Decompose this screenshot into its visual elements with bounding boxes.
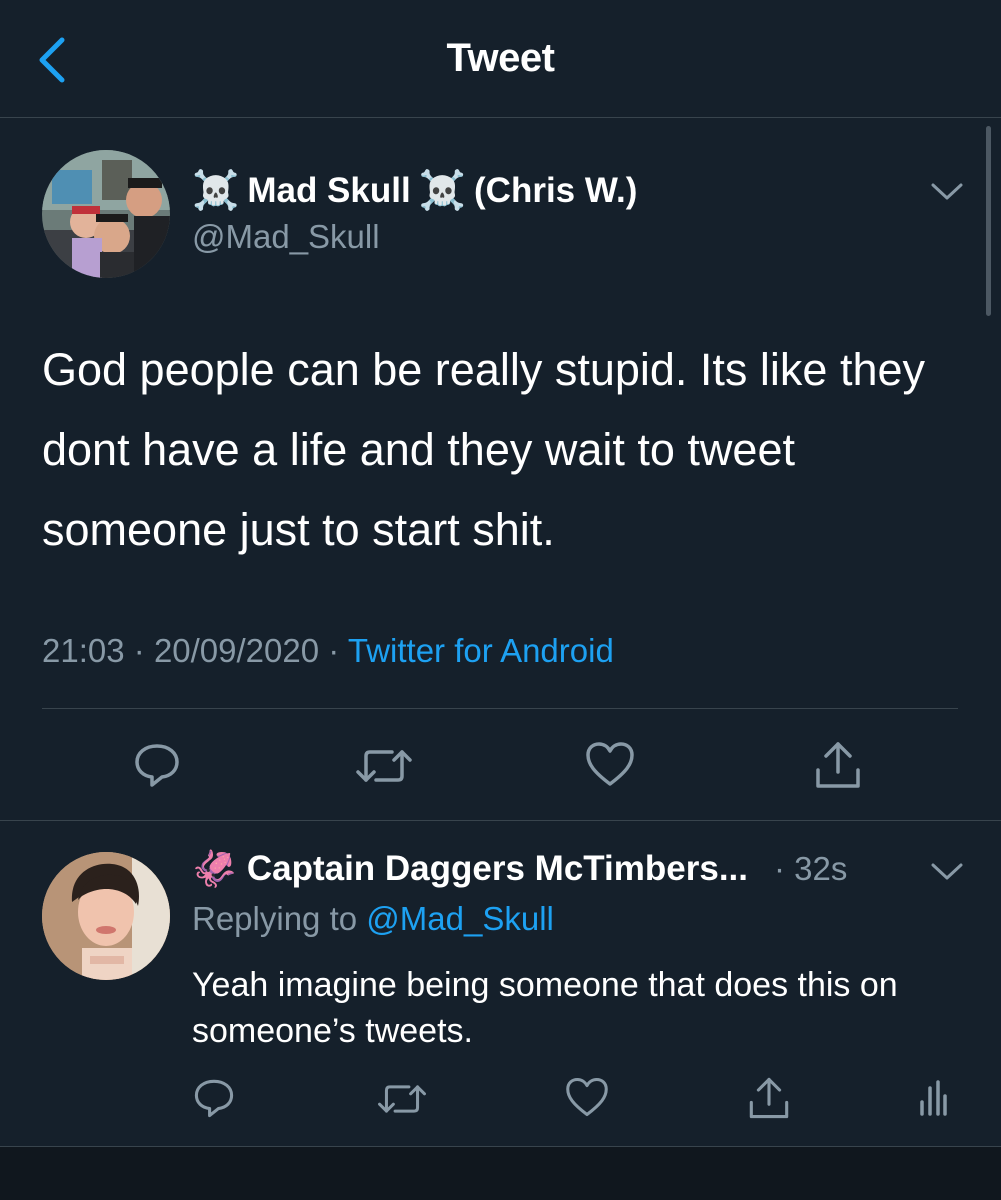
analytics-button[interactable]: [918, 1078, 948, 1123]
divider: [0, 820, 1001, 821]
avatar-photo: [42, 852, 170, 980]
reply-button[interactable]: [192, 1076, 236, 1125]
separator-dot: ·: [328, 632, 340, 669]
like-button[interactable]: [584, 740, 636, 793]
next-reply-area: [0, 1146, 1001, 1200]
share-icon: [749, 1077, 789, 1119]
chevron-down-icon: [931, 863, 963, 880]
squid-icon: 🦑: [192, 848, 237, 889]
scrollbar[interactable]: [986, 126, 991, 316]
skull-icon: ☠️: [192, 170, 240, 212]
analytics-icon: [920, 1080, 947, 1116]
avatar-photo: [42, 150, 170, 278]
heart-icon: [586, 742, 634, 786]
skull-icon: ☠️: [418, 170, 467, 212]
avatar[interactable]: [42, 852, 170, 980]
chevron-down-icon: [931, 183, 963, 200]
retweet-icon: [378, 1085, 426, 1113]
retweet-button[interactable]: [376, 1080, 428, 1123]
tweet-text: God people can be really stupid. Its lik…: [42, 344, 926, 555]
retweet-button[interactable]: [354, 744, 414, 793]
replying-to-line: Replying to @Mad_Skull: [192, 900, 554, 938]
reply-icon: [194, 1079, 234, 1118]
reply-author-name: Captain Daggers McTimbers...: [246, 849, 748, 888]
tweet-options-button[interactable]: [930, 182, 964, 202]
author-display-name: Mad Skull: [247, 171, 411, 210]
page-title: Tweet: [446, 36, 555, 80]
heart-icon: [566, 1077, 608, 1117]
author-name-row[interactable]: ☠️ Mad Skull ☠️ (Chris W.): [192, 168, 637, 214]
tweet-source-link[interactable]: Twitter for Android: [348, 632, 614, 669]
share-icon: [816, 742, 860, 788]
reply-timestamp: · 32s: [774, 850, 848, 887]
divider: [42, 708, 958, 709]
separator-dot: ·: [133, 632, 145, 669]
top-nav-bar: Tweet: [0, 0, 1001, 118]
share-button[interactable]: [746, 1074, 792, 1127]
author-name-suffix: (Chris W.): [474, 171, 638, 210]
reply-text: Yeah imagine being someone that does thi…: [192, 966, 898, 1050]
share-button[interactable]: [812, 738, 864, 797]
replying-to-mention[interactable]: @Mad_Skull: [366, 900, 554, 937]
reply-button[interactable]: [132, 740, 182, 795]
author-handle[interactable]: @Mad_Skull: [192, 218, 380, 256]
retweet-icon: [356, 750, 412, 782]
tweet-metadata: 21:03 · 20/09/2020 · Twitter for Android: [42, 632, 614, 670]
avatar[interactable]: [42, 150, 170, 278]
reply-options-button[interactable]: [930, 862, 964, 882]
reply-icon: [135, 744, 179, 787]
tweet-date: 20/09/2020: [153, 632, 320, 669]
reply-author-row[interactable]: 🦑 Captain Daggers McTimbers... · 32s: [192, 846, 847, 892]
like-button[interactable]: [564, 1076, 610, 1123]
tweet-time: 21:03: [42, 632, 125, 669]
replying-to-label: Replying to: [192, 900, 358, 937]
